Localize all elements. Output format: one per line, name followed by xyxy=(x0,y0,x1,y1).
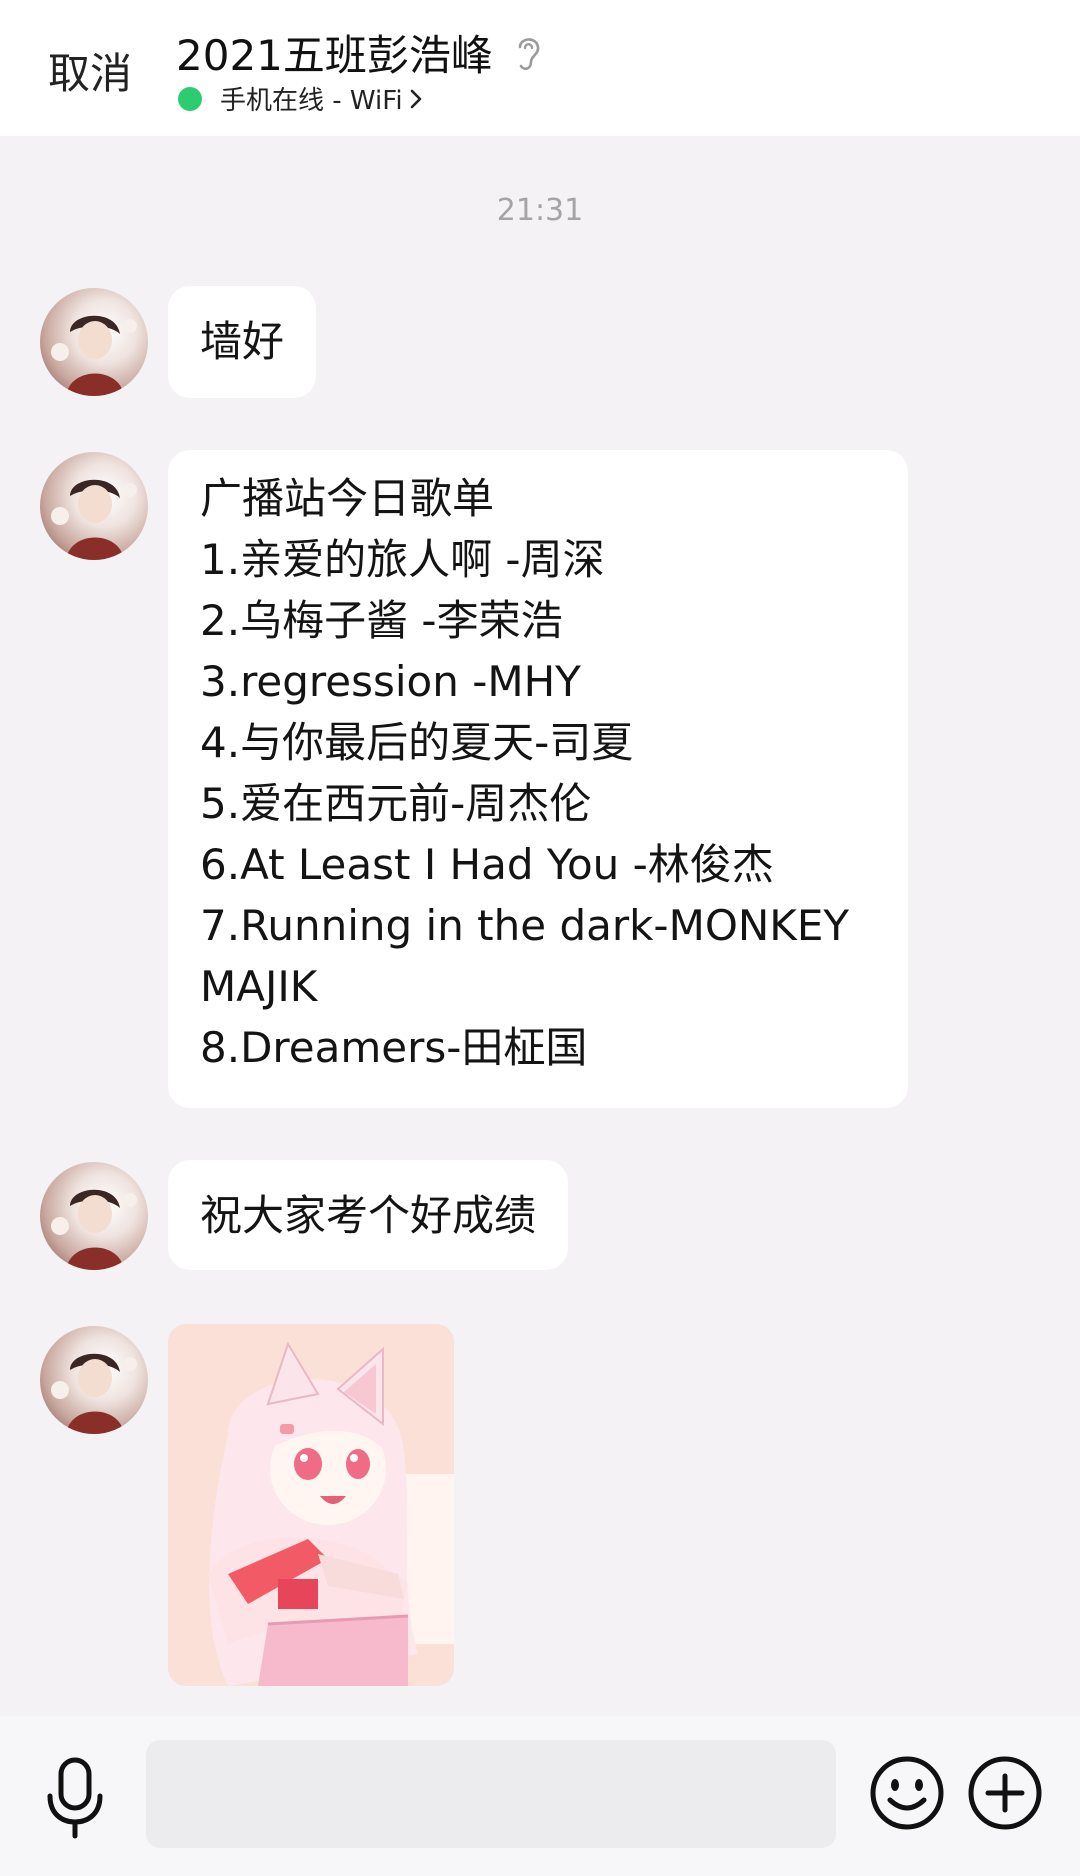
avatar[interactable] xyxy=(40,288,148,396)
avatar[interactable] xyxy=(40,452,148,560)
message-line: 8.Dreamers-田柾国 xyxy=(200,1023,588,1072)
message-timestamp: 21:31 xyxy=(496,193,584,228)
message-input[interactable] xyxy=(146,1740,836,1848)
avatar[interactable] xyxy=(40,1326,148,1434)
message-text: 墙好 xyxy=(200,317,285,366)
avatar[interactable] xyxy=(40,1162,148,1270)
anime-cat-girl-sticker-icon xyxy=(168,1324,454,1686)
ear-icon[interactable] xyxy=(511,31,545,75)
message-line: 5.爱在西元前-周杰伦 xyxy=(200,779,592,828)
plus-icon[interactable] xyxy=(966,1754,1044,1832)
smiley-icon[interactable] xyxy=(868,1754,946,1832)
message-line: 2.乌梅子酱 -李荣浩 xyxy=(200,596,563,645)
chevron-right-icon xyxy=(410,89,421,108)
message-bubble[interactable]: 祝大家考个好成绩 xyxy=(168,1160,569,1270)
image-message-sticker[interactable] xyxy=(168,1324,454,1686)
online-dot-icon xyxy=(178,86,202,111)
message-line: 1.亲爱的旅人啊 -周深 xyxy=(200,535,605,584)
microphone-icon[interactable] xyxy=(44,1756,106,1840)
status-text: 手机在线 - WiFi xyxy=(220,86,403,116)
cancel-button[interactable]: 取消 xyxy=(48,40,132,101)
message-line: MAJIK xyxy=(200,962,318,1011)
message-line: 4.与你最后的夏天-司夏 xyxy=(200,718,634,767)
message-line: 7.Running in the dark-MONKEY xyxy=(200,901,850,950)
message-line: 6.At Least I Had You -林俊杰 xyxy=(200,840,774,889)
online-status[interactable]: 手机在线 - WiFi xyxy=(178,80,423,117)
message-text: 祝大家考个好成绩 xyxy=(200,1191,537,1240)
message-bubble-playlist[interactable]: 广播站今日歌单 1.亲爱的旅人啊 -周深 2.乌梅子酱 -李荣浩 3.regre… xyxy=(168,450,908,1108)
chat-header: 取消 2021五班彭浩峰 手机在线 - WiFi xyxy=(0,0,1080,136)
title-row: 2021五班彭浩峰 xyxy=(176,22,545,83)
message-bubble[interactable]: 墙好 xyxy=(168,286,317,398)
chat-title[interactable]: 2021五班彭浩峰 xyxy=(176,22,493,83)
message-line: 广播站今日歌单 xyxy=(200,474,495,523)
message-line: 3.regression -MHY xyxy=(200,657,581,706)
